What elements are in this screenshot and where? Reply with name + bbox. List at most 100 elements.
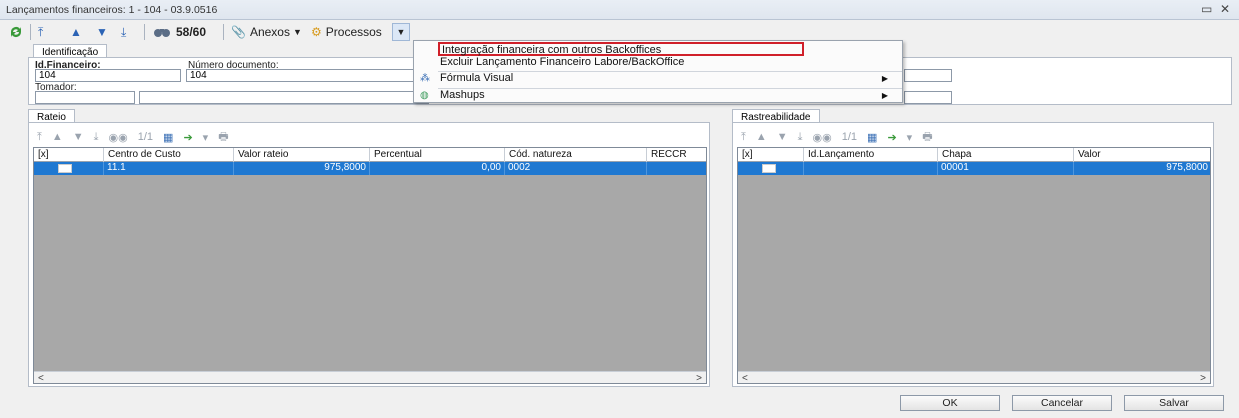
window-title: Lançamentos financeiros: 1 - 104 - 03.9.… [6,4,218,16]
submenu-arrow-icon: ▶ [881,91,888,100]
column-header[interactable]: [x] [34,148,104,162]
tab-rateio[interactable]: Rateio [28,109,75,123]
attachments-label: Anexos [249,25,290,39]
taker-code-field[interactable] [35,91,135,104]
cancel-button[interactable]: Cancelar [1012,395,1112,411]
search-icon[interactable]: ◉◉ [109,131,128,144]
column-header[interactable]: RECCR [647,148,706,162]
reccr-cell [647,162,706,175]
processes-dropdown-icon[interactable]: ▼ [392,23,410,41]
rastreabilidade-pager: 1/1 [841,131,858,143]
tab-rastreabilidade[interactable]: Rastreabilidade [732,109,820,123]
first-icon[interactable]: ⤒ [741,131,746,144]
rateio-panel: ⤒ ▲ ▼ ⤓ ◉◉ 1/1 ▦ ➔ ▾ 🖶 [x] Centro de Cus… [28,122,710,387]
rateio-grid-toolbar: ⤒ ▲ ▼ ⤓ ◉◉ 1/1 ▦ ➔ ▾ 🖶 [37,127,239,147]
rateio-grid-header: [x] Centro de Custo Valor rateio Percent… [34,148,706,162]
rateio-grid: [x] Centro de Custo Valor rateio Percent… [33,147,707,384]
horizontal-scrollbar[interactable]: < > [738,371,1210,383]
rastreabilidade-grid-header: [x] Id.Lançamento Chapa Valor [738,148,1210,162]
paperclip-icon: 📎 [231,25,246,39]
extra-field-1[interactable] [904,69,952,82]
search-icon[interactable] [153,23,171,41]
next-record-icon[interactable]: ▼ [96,23,108,41]
row-checkbox-cell[interactable] [738,162,804,175]
separator [144,24,145,40]
print-icon[interactable]: 🖶 [218,128,228,147]
previous-icon[interactable]: ▲ [756,131,767,143]
extra-field-2[interactable] [904,91,952,104]
mashups-icon: ◍ [420,90,429,101]
launch-id-cell [804,162,938,175]
rastreabilidade-grid: [x] Id.Lançamento Chapa Valor 00001 975,… [737,147,1211,384]
rastreabilidade-panel: ⤒ ▲ ▼ ⤓ ◉◉ 1/1 ▦ ➔ ▾ 🖶 [x] Id.Lançamento… [732,122,1214,387]
processes-label: Processos [325,25,382,39]
chapa-cell: 00001 [938,162,1074,175]
value-cell: 975,8000 [1074,162,1210,175]
row-checkbox-cell[interactable] [34,162,104,175]
column-header[interactable]: Id.Lançamento [804,148,938,162]
nature-code-cell: 0002 [505,162,647,175]
submenu-arrow-icon: ▶ [881,74,888,83]
scroll-left-icon[interactable]: < [38,372,44,383]
scroll-right-icon[interactable]: > [1200,372,1206,383]
search-icon[interactable]: ◉◉ [813,131,832,144]
print-icon[interactable]: 🖶 [922,128,932,147]
menu-item-delete-launch[interactable]: Excluir Lançamento Financeiro Labore/Bac… [414,56,902,70]
first-record-icon[interactable]: ⤒ [38,23,43,41]
menu-item-label: Mashups [440,89,485,101]
attachments-dropdown-icon[interactable]: ▼ [293,23,302,41]
column-header[interactable]: Chapa [938,148,1074,162]
grid-view-icon[interactable]: ▦ [867,131,877,144]
id-financial-field[interactable]: 104 [35,69,181,82]
previous-record-icon[interactable]: ▲ [70,23,82,41]
title-bar: Lançamentos financeiros: 1 - 104 - 03.9.… [0,0,1239,20]
table-row[interactable]: 11.1 975,8000 0,00 0002 [34,162,706,175]
last-record-icon[interactable]: ⤓ [121,23,126,41]
taker-name-field[interactable] [139,91,429,104]
column-header[interactable]: Valor [1074,148,1210,162]
percent-cell: 0,00 [370,162,505,175]
rastreabilidade-grid-toolbar: ⤒ ▲ ▼ ⤓ ◉◉ 1/1 ▦ ➔ ▾ 🖶 [741,127,943,147]
export-icon[interactable]: ➔ [887,131,896,144]
save-button[interactable]: Salvar [1124,395,1224,411]
column-header[interactable]: Centro de Custo [104,148,234,162]
column-header[interactable]: Valor rateio [234,148,370,162]
processes-button[interactable]: ⚙ Processos [311,23,382,41]
column-header[interactable]: [x] [738,148,804,162]
export-dropdown-icon[interactable]: ▾ [203,131,209,144]
row-checkbox[interactable] [762,164,776,173]
scroll-left-icon[interactable]: < [742,372,748,383]
formula-icon: ⁂ [420,73,430,84]
horizontal-scrollbar[interactable]: < > [34,371,706,383]
export-dropdown-icon[interactable]: ▾ [907,131,913,144]
scroll-right-icon[interactable]: > [696,372,702,383]
close-icon[interactable]: ✕ [1220,2,1230,16]
cost-center-cell: 11.1 [104,162,234,175]
value-cell: 975,8000 [234,162,370,175]
ok-button[interactable]: OK [900,395,1000,411]
menu-item-financial-integration[interactable]: Integração financeira com outros Backoff… [438,42,804,56]
menu-item-mashups[interactable]: ◍ Mashups ▶ [414,89,902,103]
column-header[interactable]: Percentual [370,148,505,162]
separator [30,24,31,40]
last-icon[interactable]: ⤓ [798,131,803,144]
tab-identification[interactable]: Identificação [33,44,108,58]
menu-item-visual-formula[interactable]: ⁂ Fórmula Visual ▶ [414,72,902,86]
next-icon[interactable]: ▼ [73,131,84,143]
restore-icon[interactable]: ▭ [1201,2,1212,16]
export-icon[interactable]: ➔ [183,131,192,144]
previous-icon[interactable]: ▲ [52,131,63,143]
record-counter: 58/60 [176,25,207,39]
first-icon[interactable]: ⤒ [37,131,42,144]
column-header[interactable]: Cód. natureza [505,148,647,162]
grid-view-icon[interactable]: ▦ [163,131,173,144]
processes-menu: Integração financeira com outros Backoff… [413,40,903,103]
row-checkbox[interactable] [58,164,72,173]
refresh-icon[interactable] [8,23,24,41]
table-row[interactable]: 00001 975,8000 [738,162,1210,175]
last-icon[interactable]: ⤓ [94,131,99,144]
attachments-button[interactable]: 📎 Anexos [231,23,290,41]
document-number-field[interactable]: 104 [186,69,426,82]
separator [223,24,224,40]
next-icon[interactable]: ▼ [777,131,788,143]
